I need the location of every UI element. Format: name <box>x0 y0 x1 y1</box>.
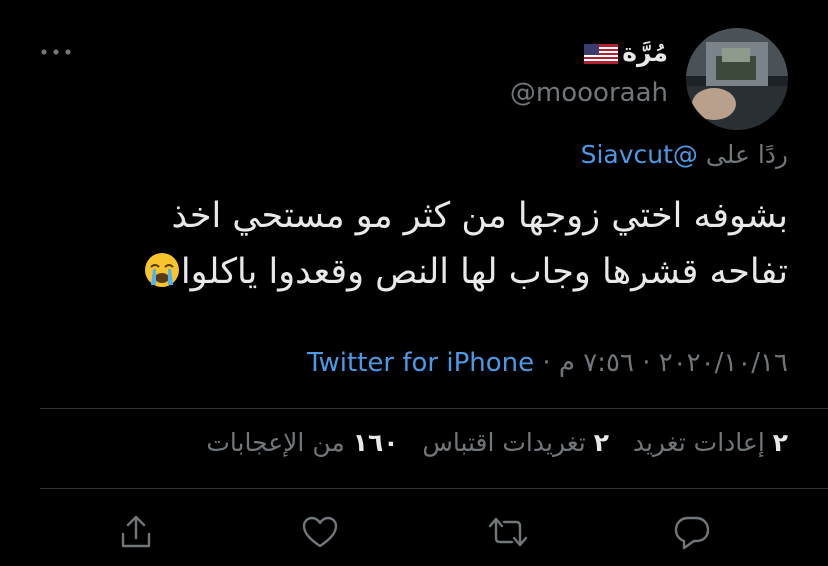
meta-separator: · <box>542 348 551 378</box>
divider <box>40 408 828 409</box>
us-flag-icon <box>584 44 618 64</box>
likes-stat[interactable]: ١٦٠ من الإعجابات <box>206 428 398 457</box>
comment-icon <box>674 516 710 550</box>
tweet-text: بشوفه اختي زوجها من كثر مو مستحي اخذ تفا… <box>28 188 788 300</box>
tweet-line-2: تفاحه قشرها وجاب لها النص وقعدوا ياكلوا <box>180 252 788 292</box>
more-horizontal-icon <box>41 49 71 55</box>
reply-mention-link[interactable]: @Siavcut <box>581 140 698 169</box>
heart-icon <box>302 516 338 548</box>
tweet-line-2-row: تفاحه قشرها وجاب لها النص وقعدوا ياكلوا <box>28 244 788 300</box>
like-button[interactable] <box>298 510 342 554</box>
share-icon <box>121 515 151 548</box>
tweet-date: ٢٠٢٠/١٠/١٦ <box>658 348 788 378</box>
likes-count: ١٦٠ <box>352 428 399 457</box>
meta-separator: · <box>642 348 651 378</box>
loudly-crying-face-icon <box>143 250 181 288</box>
tweet-line-1: بشوفه اختي زوجها من كثر مو مستحي اخذ <box>171 196 788 236</box>
tweet-stats: ٢ إعادات تغريد ٢ تغريدات اقتباس ١٦٠ من ا… <box>206 428 788 457</box>
quotes-count: ٢ <box>593 428 609 457</box>
divider <box>40 488 828 489</box>
quotes-stat[interactable]: ٢ تغريدات اقتباس <box>422 428 609 457</box>
quotes-label: تغريدات اقتباس <box>422 428 586 457</box>
likes-label: من الإعجابات <box>206 428 345 457</box>
share-button[interactable] <box>114 510 158 554</box>
display-name[interactable]: مُرَّة <box>622 38 668 67</box>
tweet-source-link[interactable]: Twitter for iPhone <box>307 348 534 378</box>
retweet-button[interactable] <box>486 510 530 554</box>
avatar[interactable] <box>686 28 788 130</box>
more-options-button[interactable] <box>36 40 76 64</box>
reply-button[interactable] <box>670 510 714 554</box>
retweets-count: ٢ <box>772 428 788 457</box>
tweet-meta: ٢٠٢٠/١٠/١٦ · ٧:٥٦ م · Twitter for iPhone <box>307 348 788 378</box>
tweet-time: ٧:٥٦ م <box>558 348 634 378</box>
reply-prefix: ردًا على <box>705 140 788 169</box>
retweets-stat[interactable]: ٢ إعادات تغريد <box>633 428 788 457</box>
retweets-label: إعادات تغريد <box>632 428 765 457</box>
user-handle[interactable]: @moooraah <box>510 78 668 108</box>
retweet-icon <box>488 517 528 547</box>
replying-to: ردًا على @Siavcut <box>581 140 788 169</box>
